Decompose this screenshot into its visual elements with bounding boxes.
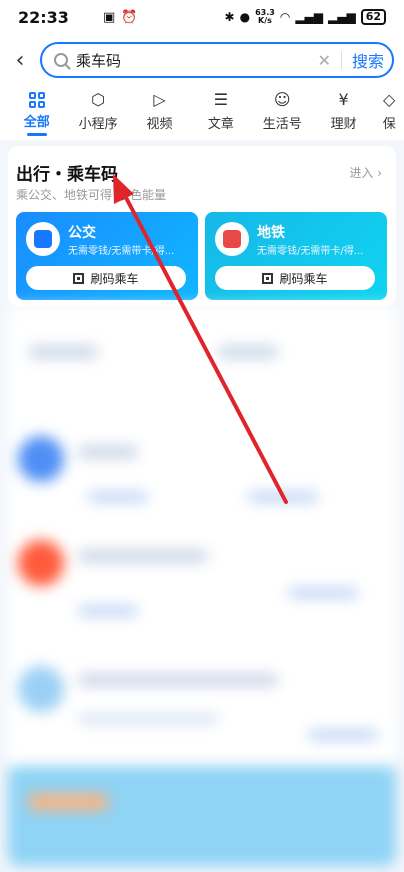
tab-all[interactable]: 全部 [6,86,67,140]
metro-icon [215,222,249,256]
bus-title: 公交 [68,225,96,241]
tab-label: 生活号 [262,117,302,132]
insurance-icon: ◇ [383,90,396,109]
wifi-icon: ◠ [279,10,291,24]
tab-article[interactable]: ☰ 文章 [190,86,251,140]
blurred-text [78,446,138,458]
metro-title: 地铁 [257,225,285,241]
card-subtitle: 乘公交、地铁可得 ● 色能量 [16,188,167,202]
tab-label: 小程序 [78,117,118,132]
blurred-text [78,714,218,724]
blurred-text [308,730,378,740]
blurred-avatar [18,666,64,712]
qr-code-icon [73,272,85,284]
blurred-text [88,492,148,502]
tab-label: 理财 [330,117,357,132]
mini-program-icon: ⬡ [91,90,106,109]
alarm-icon: ⏰ [121,9,138,25]
qr-code-icon [262,272,274,284]
signal2-icon: ▂▄▆ [328,10,356,24]
enter-link[interactable]: 进入 › [349,164,382,181]
tab-label: 视频 [146,117,173,132]
blurred-text [248,492,318,502]
search-input[interactable]: 乘车码 ✕ 搜索 [40,42,394,78]
blurred-avatar [18,540,64,586]
metro-scan-button[interactable]: 刷码乘车 [215,266,375,290]
blurred-text [218,346,278,358]
metro-desc: 无需零钱/无需带卡/得... [257,246,364,257]
tab-label: 保 [382,117,396,132]
blurred-text [288,588,358,598]
tab-label: 文章 [207,117,234,132]
tab-label: 全部 [23,115,50,130]
blurred-text [78,606,138,616]
tab-video[interactable]: ▷ 视频 [129,86,190,140]
search-header: ‹ 乘车码 ✕ 搜索 [0,34,404,86]
nfc-icon: ▣ [102,9,116,25]
life-account-icon: ☺ [273,90,291,109]
card-title: 出行・乘车码 [16,165,118,185]
bus-desc: 无需零钱/无需带卡/得... [68,246,175,257]
signal-icon: ▂▄▆ [295,10,323,24]
chevron-right-icon: › [377,166,382,180]
status-notification-icons: ▣ ⏰ [103,10,137,25]
status-right-icons: ✱ ● 63.3 K/s ◠ ▂▄▆ ▂▄▆ 62 [225,9,386,25]
energy-dot-icon: ● [112,188,131,202]
tab-active-indicator [26,133,47,136]
network-speed: 63.3 K/s [255,8,275,25]
search-button[interactable]: 搜索 [352,48,384,72]
location-icon: ● [239,10,251,24]
transit-code-card: 出行・乘车码 乘公交、地铁可得 ● 色能量 进入 › 公交 无需零钱/无需带卡/… [8,146,396,306]
search-icon [54,53,68,67]
video-icon: ▷ [153,90,166,109]
blurred-text [78,550,208,562]
tab-insurance[interactable]: ◇ 保 [374,86,404,140]
bus-scan-button[interactable]: 刷码乘车 [26,266,186,290]
blurred-results [8,306,396,866]
grid-icon [28,92,45,108]
blurred-avatar [18,436,64,482]
bus-card[interactable]: 公交 无需零钱/无需带卡/得... 刷码乘车 [16,212,198,300]
tab-finance[interactable]: ¥ 理财 [313,86,374,140]
metro-card[interactable]: 地铁 无需零钱/无需带卡/得... 刷码乘车 [205,212,387,300]
blurred-banner-tag [28,794,108,810]
blurred-text [28,346,98,358]
article-icon: ☰ [213,90,229,109]
clear-icon[interactable]: ✕ [318,51,331,70]
battery-icon: 62 [360,9,386,25]
category-tabs: 全部 ⬡ 小程序 ▷ 视频 ☰ 文章 ☺ 生活号 ¥ 理财 ◇ 保 [0,86,404,140]
bluetooth-icon: ✱ [224,10,235,24]
chevron-left-icon: ‹ [15,47,25,73]
blurred-text [78,674,278,686]
tab-life-account[interactable]: ☺ 生活号 [252,86,313,140]
finance-icon: ¥ [338,90,349,109]
divider [340,51,342,69]
search-query[interactable]: 乘车码 [76,50,318,71]
blurred-banner [8,766,396,866]
status-time: 22:33 [18,7,69,27]
bus-icon [26,222,60,256]
back-button[interactable]: ‹ [8,48,32,73]
status-bar: 22:33 ▣ ⏰ ✱ ● 63.3 K/s ◠ ▂▄▆ ▂▄▆ 62 [0,0,404,34]
tab-mini-program[interactable]: ⬡ 小程序 [67,86,128,140]
